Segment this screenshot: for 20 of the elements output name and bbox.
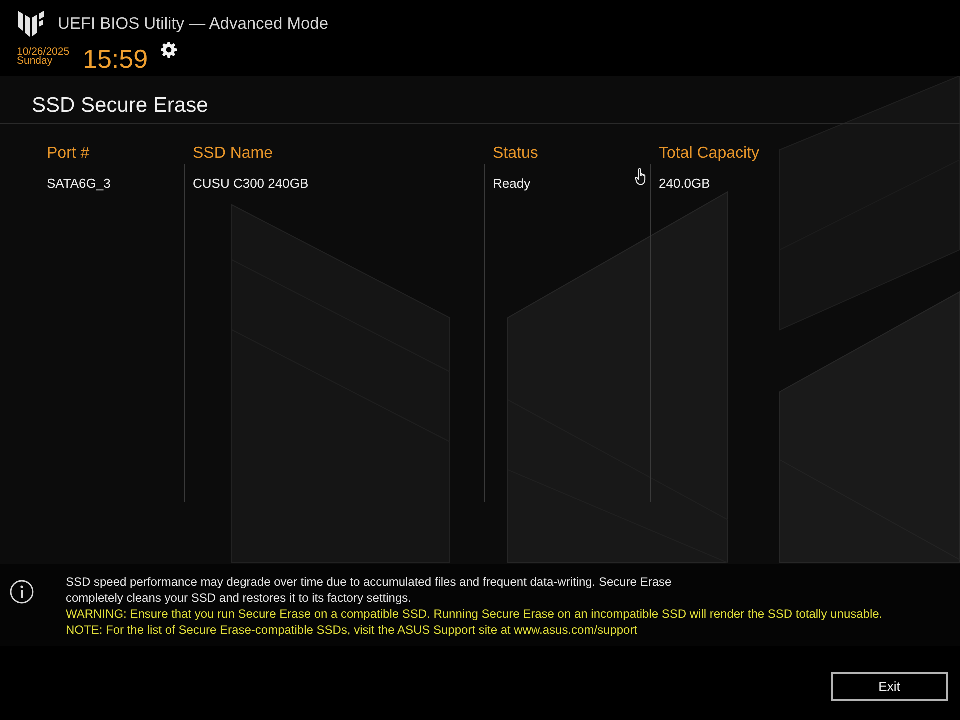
table-cell: SATA6G_3 <box>47 176 111 192</box>
info-text: WARNING: Ensure that you run Secure Erase on a compatible SSD. Running Secure Erase on an incompatible SSD will render the SSD totally unusable. <box>66 606 883 622</box>
info-text: SSD speed performance may degrade over time due to accumulated files and frequent data-writing. Secure Erase completely cleans your SSD and restores it to its factory settings. <box>66 574 673 606</box>
info-text: NOTE: For the list of Secure Erase-compatible SSDs, visit the ASUS Support site at www.asus.com/support <box>66 622 639 638</box>
column-header: Total Capacity <box>659 144 760 164</box>
column-header: Status <box>493 144 538 164</box>
exit-button[interactable]: Exit <box>831 672 948 701</box>
table-cell: Ready <box>493 176 531 192</box>
table-cell: CUSU C300 240GB <box>193 176 309 192</box>
logo-icon <box>18 11 44 37</box>
info-icon <box>10 580 34 604</box>
window-title: UEFI BIOS Utility — Advanced Mode <box>58 14 329 34</box>
settings-icon[interactable] <box>161 42 178 58</box>
table-cell: 240.0GB <box>659 176 710 192</box>
clock-time: 15:59 <box>83 44 148 74</box>
column-header: Port # <box>47 144 90 164</box>
page-title: SSD Secure Erase <box>32 94 208 118</box>
column-header: SSD Name <box>193 144 274 164</box>
weekday-label: Sunday <box>17 57 53 66</box>
date-label: 10/26/2025 <box>17 48 71 57</box>
